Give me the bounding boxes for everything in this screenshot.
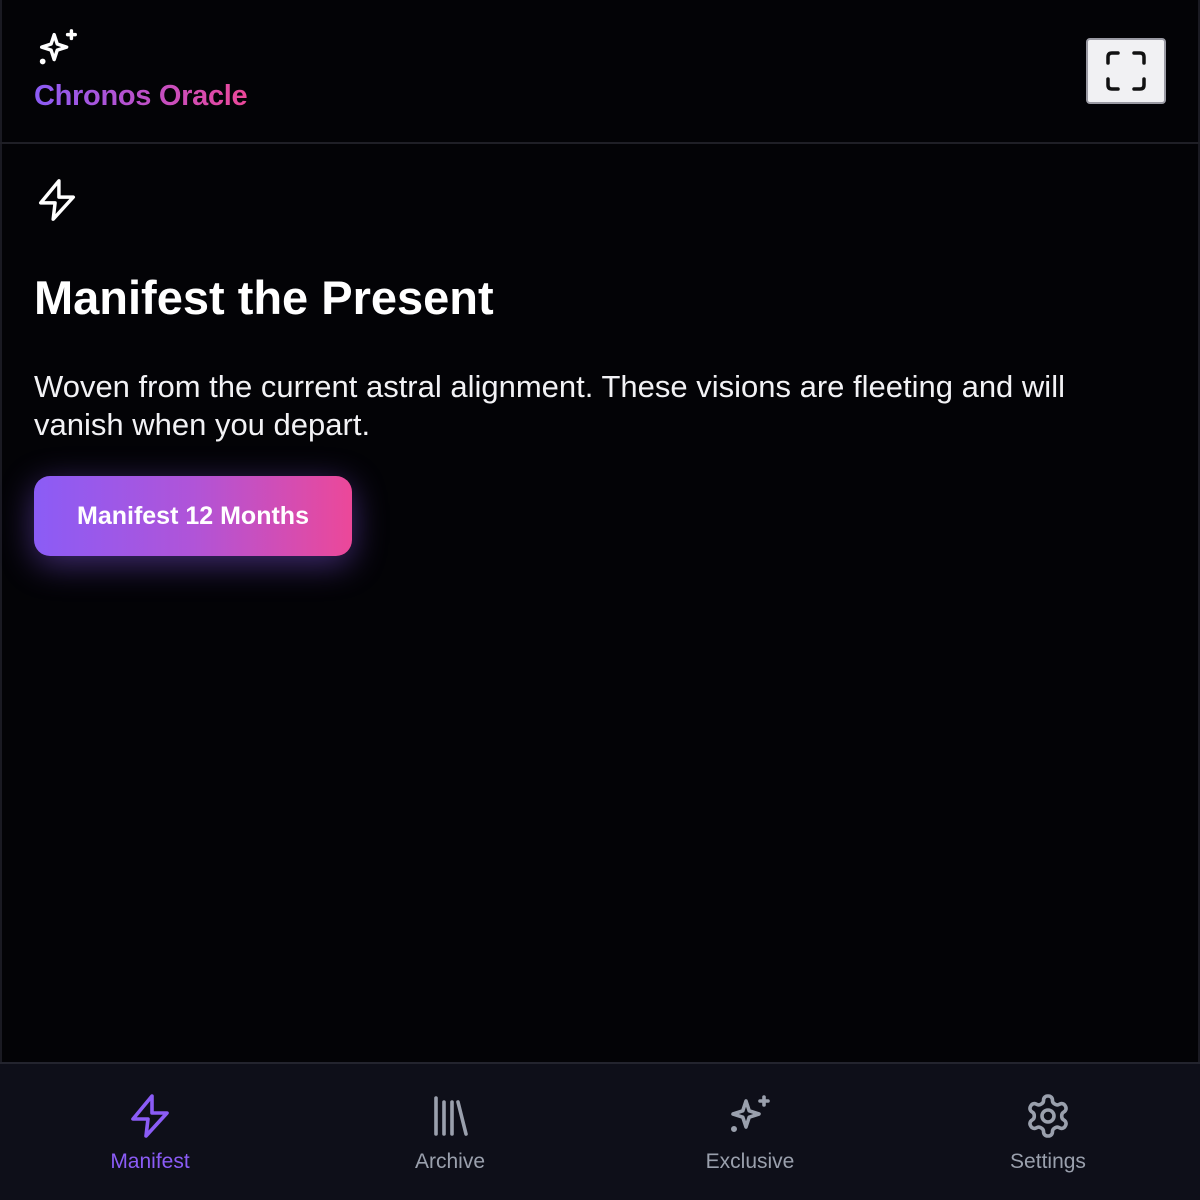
- bottom-nav: Manifest Archive Exclusive Settings: [0, 1062, 1200, 1200]
- library-icon: [434, 1096, 468, 1136]
- app-header: Chronos Oracle: [0, 0, 1200, 144]
- manifest-button[interactable]: Manifest 12 Months: [34, 476, 352, 556]
- fullscreen-button[interactable]: [1086, 38, 1166, 104]
- nav-label: Settings: [1010, 1150, 1086, 1173]
- nav-label: Manifest: [110, 1150, 190, 1173]
- fullscreen-icon: [1106, 51, 1146, 91]
- gear-icon: [1028, 1094, 1068, 1138]
- nav-item-settings[interactable]: Settings: [898, 1064, 1198, 1200]
- lightning-bolt-icon: [38, 179, 76, 221]
- page-description: Woven from the current astral alignment.…: [34, 369, 1065, 442]
- lightning-bolt-icon: [131, 1094, 169, 1138]
- nav-item-manifest[interactable]: Manifest: [0, 1064, 300, 1200]
- nav-label: Archive: [414, 1150, 486, 1173]
- nav-item-exclusive[interactable]: Exclusive: [600, 1064, 900, 1200]
- nav-item-archive[interactable]: Archive: [300, 1064, 600, 1200]
- page-title: Manifest the Present: [34, 271, 494, 324]
- sparkles-icon: [39, 29, 77, 65]
- nav-label: Exclusive: [705, 1150, 795, 1173]
- app-title: Chronos Oracle: [34, 80, 248, 112]
- app-frame: [0, 0, 1200, 1200]
- sparkles-icon: [731, 1095, 770, 1132]
